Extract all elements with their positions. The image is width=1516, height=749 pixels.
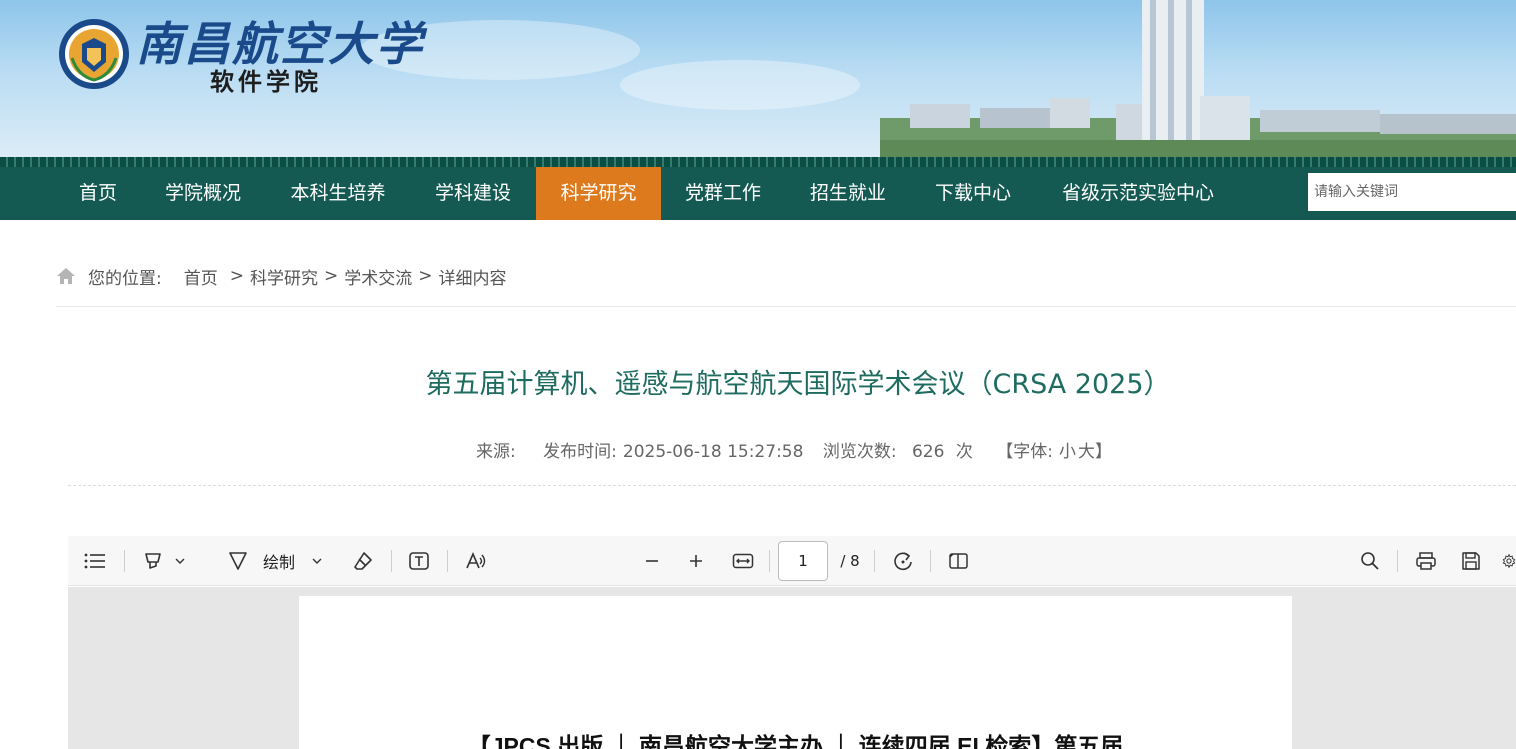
publish-time: 2025-06-18 15:27:58 xyxy=(622,442,804,462)
views-label: 浏览次数: xyxy=(822,442,897,462)
pen-icon xyxy=(229,552,247,570)
nav-item-research[interactable]: 科学研究 xyxy=(536,167,661,220)
save-button[interactable] xyxy=(1458,536,1484,586)
college-name: 软件学院 xyxy=(210,68,322,96)
cloud-decoration xyxy=(620,60,860,110)
page-number-input[interactable] xyxy=(778,541,828,581)
gear-icon xyxy=(1502,553,1516,569)
eraser-icon xyxy=(354,552,372,570)
chevron-down-icon xyxy=(312,558,322,564)
campus-skyline-image xyxy=(880,0,1516,157)
breadcrumb: 您的位置: 首页 > 科学研究 > 学术交流 > 详细内容 xyxy=(56,262,506,290)
toolbar-separator xyxy=(930,550,931,572)
breadcrumb-separator: > xyxy=(229,266,244,286)
breadcrumb-exchange-link[interactable]: 学术交流 xyxy=(344,264,412,289)
draw-button[interactable]: 绘制 xyxy=(220,536,330,586)
publish-label: 发布时间: xyxy=(543,442,617,462)
pdf-toolbar: 绘制 1 / 8 xyxy=(68,536,1516,586)
plus-icon xyxy=(690,555,702,567)
views-count: 626 xyxy=(911,442,945,462)
font-large-button[interactable]: 大】 xyxy=(1078,442,1112,462)
header-banner: 南昌航空大学 软件学院 xyxy=(0,0,1516,157)
print-button[interactable] xyxy=(1413,536,1439,586)
breadcrumb-prefix: 您的位置: xyxy=(88,268,162,289)
total-pages: / 8 xyxy=(840,552,860,570)
read-aloud-button[interactable] xyxy=(463,536,489,586)
breadcrumb-separator: > xyxy=(323,266,339,286)
toolbar-separator xyxy=(391,550,392,572)
pdf-page: 【JPCS 出版 ｜ 南昌航空大学主办 ｜ 连续四届 EI 检索】第五届 xyxy=(299,596,1292,749)
nav-item-party-work[interactable]: 党群工作 xyxy=(670,167,776,220)
draw-label: 绘制 xyxy=(262,553,295,572)
toolbar-separator xyxy=(769,550,770,572)
views-unit: 次 xyxy=(955,442,973,462)
pdf-heading-text: 【JPCS 出版 ｜ 南昌航空大学主办 ｜ 连续四届 EI 检索】第五届 xyxy=(467,733,1124,749)
read-aloud-icon xyxy=(466,551,486,569)
rotate-button[interactable] xyxy=(890,536,916,586)
printer-icon xyxy=(1416,552,1436,570)
nav-item-demo-center[interactable]: 省级示范实验中心 xyxy=(1045,167,1231,220)
outline-button[interactable] xyxy=(80,536,110,586)
toolbar-separator xyxy=(1397,550,1398,572)
nav-item-downloads[interactable]: 下载中心 xyxy=(920,167,1026,220)
article-meta: 来源: 发布时间: 2025-06-18 15:27:58 浏览次数: 626 次… xyxy=(476,437,1118,462)
font-size-label: 【字体: xyxy=(996,442,1053,462)
fit-width-icon xyxy=(732,553,754,569)
breadcrumb-separator: > xyxy=(418,266,433,286)
nav-pattern-border xyxy=(0,157,1516,167)
breadcrumb-research-link[interactable]: 科学研究 xyxy=(250,264,318,289)
breadcrumb-current: 详细内容 xyxy=(438,268,507,289)
save-icon xyxy=(1462,552,1480,570)
meta-divider xyxy=(68,485,1516,486)
fit-width-button[interactable] xyxy=(730,536,756,586)
nav-item-undergraduate[interactable]: 本科生培养 xyxy=(275,167,401,220)
main-nav: 首页 学院概况 本科生培养 学科建设 科学研究 党群工作 招生就业 下载中心 省… xyxy=(0,167,1516,220)
nav-item-discipline[interactable]: 学科建设 xyxy=(420,167,526,220)
divider xyxy=(56,306,1516,307)
breadcrumb-home-link[interactable]: 首页 xyxy=(184,264,218,289)
home-icon xyxy=(57,268,75,284)
article-title: 第五届计算机、遥感与航空航天国际学术会议（CRSA 2025） xyxy=(425,369,1171,400)
nav-item-admissions[interactable]: 招生就业 xyxy=(795,167,901,220)
erase-button[interactable] xyxy=(350,536,376,586)
zoom-out-button[interactable] xyxy=(640,536,664,586)
list-icon xyxy=(84,553,105,569)
nav-item-home[interactable]: 首页 xyxy=(56,167,140,220)
toolbar-separator xyxy=(874,550,875,572)
two-page-icon xyxy=(949,553,968,569)
search-icon xyxy=(1361,552,1379,570)
highlight-button[interactable] xyxy=(136,536,192,586)
search-pdf-button[interactable] xyxy=(1358,536,1382,586)
font-small-button[interactable]: 小 xyxy=(1059,442,1076,462)
source-label: 来源: xyxy=(476,442,516,462)
minus-icon xyxy=(646,560,658,562)
highlighter-icon xyxy=(145,553,161,569)
search-input[interactable] xyxy=(1308,173,1516,211)
settings-button[interactable] xyxy=(1502,536,1516,586)
toolbar-separator xyxy=(124,550,125,572)
page-view-button[interactable] xyxy=(946,536,972,586)
rotate-icon xyxy=(894,552,912,571)
chevron-down-icon xyxy=(175,558,185,564)
text-box-icon xyxy=(409,552,429,570)
university-emblem-icon[interactable] xyxy=(58,18,130,90)
text-box-button[interactable] xyxy=(406,536,432,586)
toolbar-separator xyxy=(447,550,448,572)
zoom-in-button[interactable] xyxy=(684,536,708,586)
nav-item-college-overview[interactable]: 学院概况 xyxy=(150,167,256,220)
